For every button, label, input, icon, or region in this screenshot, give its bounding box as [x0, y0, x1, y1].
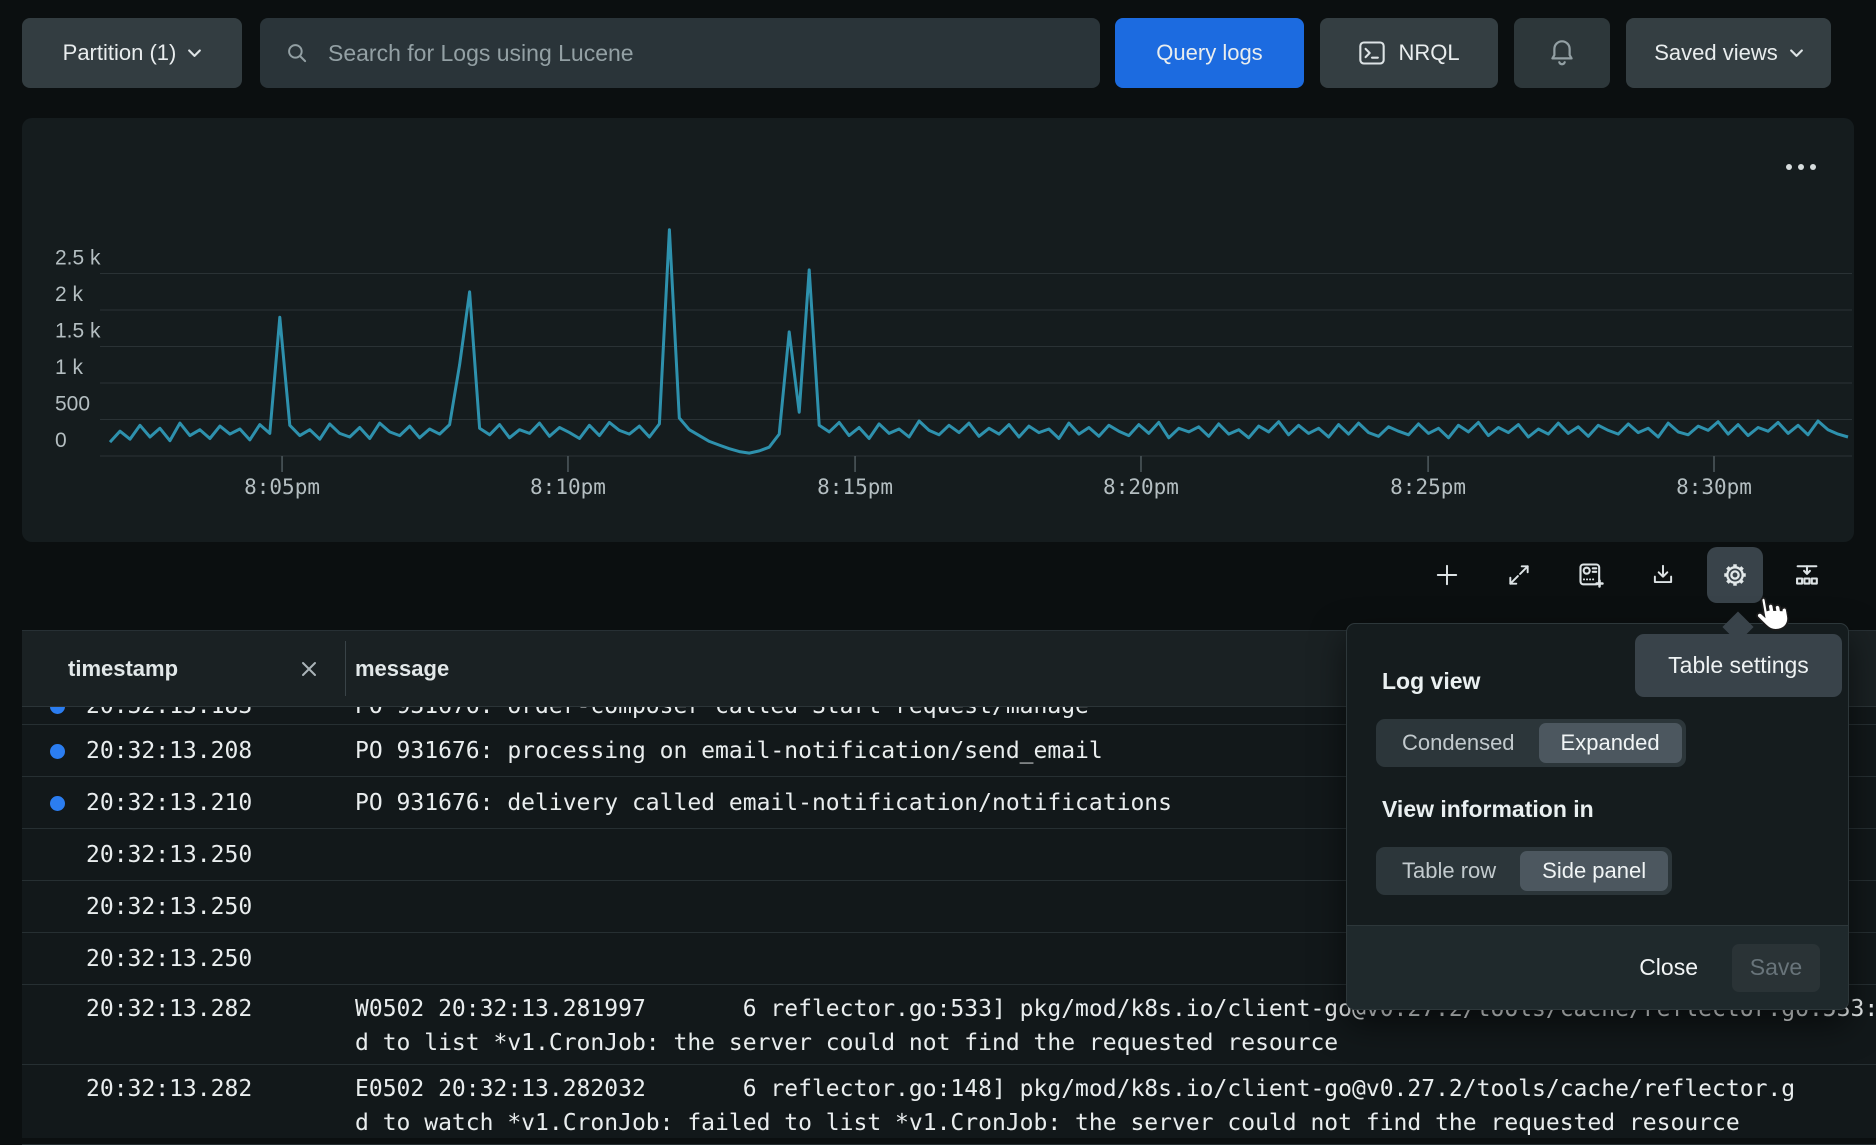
view-information-heading: View information in	[1382, 796, 1594, 823]
add-to-dashboard-icon	[1577, 561, 1605, 589]
svg-text:500: 500	[55, 393, 90, 416]
log-timestamp: 20:32:13.250	[86, 933, 252, 985]
log-timestamp: 20:32:13.208	[86, 725, 252, 777]
terminal-icon	[1358, 40, 1386, 66]
table-settings-button[interactable]	[1707, 547, 1763, 603]
column-divider[interactable]	[345, 641, 346, 696]
search-input[interactable]	[328, 40, 1076, 67]
log-volume-chart-panel: 0 500 1 k 1.5 k 2 k 2.5 k 8:05pm 8:10pm 8:15pm 8:…	[22, 118, 1854, 542]
saved-views-label: Saved views	[1654, 40, 1778, 66]
save-button[interactable]: Save	[1732, 944, 1820, 992]
log-view-option-expanded[interactable]: Expanded	[1539, 723, 1682, 763]
view-info-option-side-panel[interactable]: Side panel	[1520, 851, 1668, 891]
svg-text:8:10pm: 8:10pm	[530, 475, 606, 499]
saved-views-dropdown[interactable]: Saved views	[1626, 18, 1831, 88]
table-layout-icon	[1793, 561, 1821, 589]
log-volume-chart: 0 500 1 k 1.5 k 2 k 2.5 k 8:05pm 8:10pm 8:15pm 8:…	[22, 118, 1854, 542]
log-timestamp: 20:32:13.250	[86, 829, 252, 881]
log-view-heading: Log view	[1382, 668, 1480, 695]
view-information-segmented-control: Table row Side panel	[1376, 847, 1672, 895]
expand-icon	[1506, 562, 1532, 588]
log-timestamp: 20:32:13.250	[86, 881, 252, 933]
log-table-row[interactable]: 20:32:13.282 E0502 20:32:13.282032 6 refl…	[22, 1065, 1876, 1145]
add-to-dashboard-button[interactable]	[1563, 547, 1619, 603]
svg-text:1 k: 1 k	[55, 356, 84, 379]
nrql-label: NRQL	[1398, 40, 1459, 66]
log-view-segmented-control: Condensed Expanded	[1376, 719, 1686, 767]
svg-text:8:20pm: 8:20pm	[1103, 475, 1179, 499]
column-header-timestamp[interactable]: timestamp	[68, 631, 178, 706]
log-timestamp: 20:32:13.210	[86, 777, 252, 829]
view-info-option-table-row[interactable]: Table row	[1380, 851, 1518, 891]
search-icon	[284, 40, 310, 66]
log-timestamp: 20:32:13.282	[86, 1065, 252, 1113]
partition-label: Partition (1)	[63, 40, 177, 66]
svg-text:8:30pm: 8:30pm	[1676, 475, 1752, 499]
log-view-option-condensed[interactable]: Condensed	[1380, 723, 1537, 763]
svg-text:1.5 k: 1.5 k	[55, 320, 101, 343]
download-icon	[1650, 562, 1676, 588]
log-level-dot	[50, 744, 65, 759]
search-bar[interactable]	[260, 18, 1100, 88]
column-header-message[interactable]: message	[355, 631, 449, 706]
gear-icon	[1721, 561, 1749, 589]
log-level-dot	[50, 707, 65, 714]
nrql-button[interactable]: NRQL	[1320, 18, 1498, 88]
svg-text:8:15pm: 8:15pm	[817, 475, 893, 499]
message-column-label: message	[355, 656, 449, 682]
svg-text:8:05pm: 8:05pm	[244, 475, 320, 499]
notifications-button[interactable]	[1514, 18, 1610, 88]
table-settings-tooltip: Table settings	[1635, 634, 1842, 697]
table-layout-button[interactable]	[1779, 547, 1835, 603]
bell-icon	[1547, 37, 1577, 69]
log-level-dot	[50, 796, 65, 811]
svg-text:2.5 k: 2.5 k	[55, 247, 101, 270]
popover-footer: Close Save	[1347, 925, 1848, 1009]
log-timestamp: 20:32:13.183	[86, 707, 252, 725]
download-button[interactable]	[1635, 547, 1691, 603]
plus-icon	[1434, 562, 1460, 588]
svg-text:2 k: 2 k	[55, 283, 84, 306]
partition-dropdown[interactable]: Partition (1)	[22, 18, 242, 88]
expand-chart-button[interactable]	[1491, 547, 1547, 603]
timestamp-column-label: timestamp	[68, 656, 178, 682]
close-icon	[298, 658, 320, 680]
query-logs-label: Query logs	[1156, 40, 1262, 66]
chevron-down-icon	[188, 49, 201, 58]
close-button[interactable]: Close	[1639, 954, 1698, 981]
log-timestamp: 20:32:13.282	[86, 985, 252, 1033]
remove-timestamp-column-icon[interactable]	[293, 653, 325, 685]
chevron-down-icon	[1790, 49, 1803, 58]
svg-text:0: 0	[55, 429, 67, 452]
svg-text:8:25pm: 8:25pm	[1390, 475, 1466, 499]
query-logs-button[interactable]: Query logs	[1115, 18, 1304, 88]
tooltip-label: Table settings	[1668, 652, 1809, 679]
log-message: E0502 20:32:13.282032 6 reflector.go:148…	[355, 1065, 1876, 1140]
add-chart-button[interactable]	[1419, 547, 1475, 603]
more-options-icon[interactable]	[1780, 158, 1822, 176]
